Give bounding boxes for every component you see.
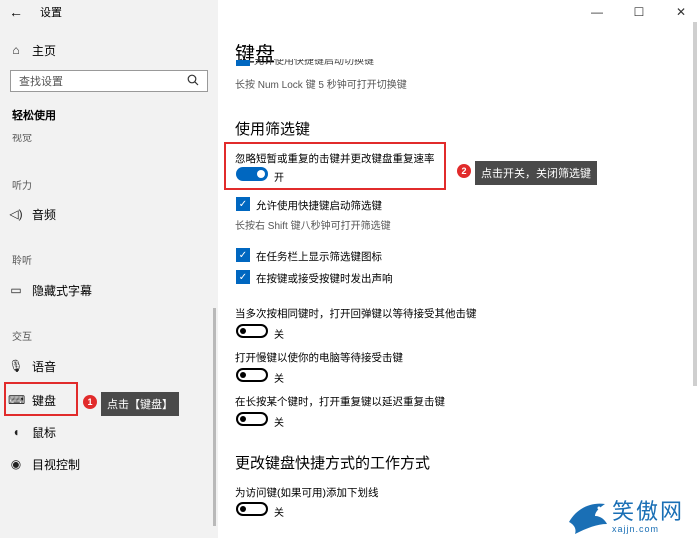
toggle-knob: [240, 372, 246, 378]
speaker-icon: ◁): [9, 207, 23, 221]
slow-keys-label: 打开慢键以使你的电脑等待接受击键: [235, 352, 403, 364]
shortcut-filter-label: 允许使用快捷键启动筛选键: [256, 200, 382, 212]
taskbar-icon-label: 在任务栏上显示筛选键图标: [256, 251, 382, 263]
back-button[interactable]: ←: [0, 0, 32, 24]
toggle-knob: [240, 506, 246, 512]
sound-checkbox[interactable]: ✓: [236, 270, 250, 284]
sidebar-scrollbar[interactable]: [213, 308, 216, 526]
bounce-keys-toggle[interactable]: [236, 324, 268, 338]
category-title: 轻松使用: [12, 110, 56, 122]
repeat-keys-label: 在长按某个键时，打开重复键以延迟重复击键: [235, 396, 445, 408]
section-label-hearing: 听力: [12, 181, 32, 192]
step1-badge: 1: [83, 395, 97, 409]
numlock-hint: 长按 Num Lock 键 5 秒钟可打开切换键: [235, 80, 407, 91]
shortcut-heading: 更改键盘快捷方式的工作方式: [235, 455, 431, 472]
sidebar-item-label: 鼠标: [32, 425, 57, 440]
search-input[interactable]: 查找设置: [10, 70, 208, 92]
checkmark-icon: ✓: [238, 198, 248, 210]
sidebar-item-label: 语音: [32, 359, 57, 374]
eye-control-icon: ◉: [10, 457, 22, 471]
search-placeholder: 查找设置: [19, 76, 63, 88]
sidebar-item-label: 目视控制: [32, 457, 81, 472]
shortcut-filter-checkbox[interactable]: ✓: [236, 197, 250, 211]
section-label-listen: 聆听: [12, 256, 32, 267]
section-label-interaction: 交互: [12, 332, 32, 343]
underline-state: 关: [274, 508, 284, 519]
step1-callout: 点击【键盘】: [101, 392, 179, 416]
sidebar-item-label: 音频: [32, 207, 57, 222]
sidebar-item-audio[interactable]: ◁) 音频: [8, 203, 56, 225]
sidebar-item-captions[interactable]: ▭ 隐藏式字幕: [8, 279, 92, 301]
mouse-icon: ◖: [12, 425, 20, 439]
slow-keys-toggle[interactable]: [236, 368, 268, 382]
search-icon: [187, 74, 199, 89]
keyboard-highlight-box: [4, 382, 78, 416]
app-title: 设置: [40, 7, 62, 19]
bounce-keys-state: 关: [274, 330, 284, 341]
repeat-keys-state: 关: [274, 418, 284, 429]
checkmark-icon: ✓: [238, 271, 248, 283]
sidebar-item-home[interactable]: ⌂ 主页: [8, 40, 56, 60]
bounce-keys-label: 当多次按相同键时，打开回弹键以等待接受其他击键: [235, 308, 477, 320]
toggle-knob: [240, 416, 246, 422]
filter-keys-heading: 使用筛选键: [235, 121, 311, 138]
step2-badge: 2: [457, 164, 471, 178]
clipped-checkbox-label: 允许使用快捷键启动切换键: [254, 59, 374, 67]
back-arrow-icon: ←: [9, 4, 23, 20]
toggle-knob: [240, 328, 246, 334]
underline-toggle[interactable]: [236, 502, 268, 516]
sidebar-item-label: 主页: [32, 43, 57, 58]
microphone-icon: 🎙: [8, 359, 24, 373]
captions-icon: ▭: [10, 283, 22, 297]
sidebar-item-eye-control[interactable]: ◉ 目视控制: [8, 453, 80, 475]
underline-label: 为访问键(如果可用)添加下划线: [235, 487, 379, 499]
sound-label: 在按键或接受按键时发出声响: [256, 273, 393, 285]
watermark-url: xajjn.com: [612, 524, 660, 534]
slow-keys-state: 关: [274, 374, 284, 385]
shortcut-filter-hint: 长按右 Shift 键八秒钟可打开筛选键: [235, 221, 391, 232]
sidebar: ← 设置 ⌂ 主页 查找设置 轻松使用 视觉 听力 ◁) 音频 聆听 ▭ 隐藏式…: [0, 0, 218, 538]
taskbar-icon-checkbox[interactable]: ✓: [236, 248, 250, 262]
repeat-keys-toggle[interactable]: [236, 412, 268, 426]
section-label-vision: 视觉: [12, 134, 32, 142]
clipped-checkbox[interactable]: [236, 60, 250, 66]
home-icon: ⌂: [12, 43, 20, 57]
step2-callout: 点击开关，关闭筛选键: [475, 161, 597, 185]
sidebar-item-speech[interactable]: 🎙 语音: [8, 355, 56, 377]
main-content: 键盘 允许使用快捷键启动切换键 长按 Num Lock 键 5 秒钟可打开切换键…: [218, 0, 700, 538]
checkmark-icon: ✓: [238, 249, 248, 261]
main-scrollbar[interactable]: [693, 22, 697, 386]
sidebar-item-mouse[interactable]: ◖ 鼠标: [8, 421, 56, 443]
titlebar-left: ← 设置: [0, 0, 218, 24]
watermark-brand: 笑傲网: [612, 500, 685, 525]
sidebar-item-label: 隐藏式字幕: [32, 283, 93, 298]
shark-logo-icon: [569, 503, 607, 534]
filter-keys-highlight-box: [224, 142, 446, 190]
